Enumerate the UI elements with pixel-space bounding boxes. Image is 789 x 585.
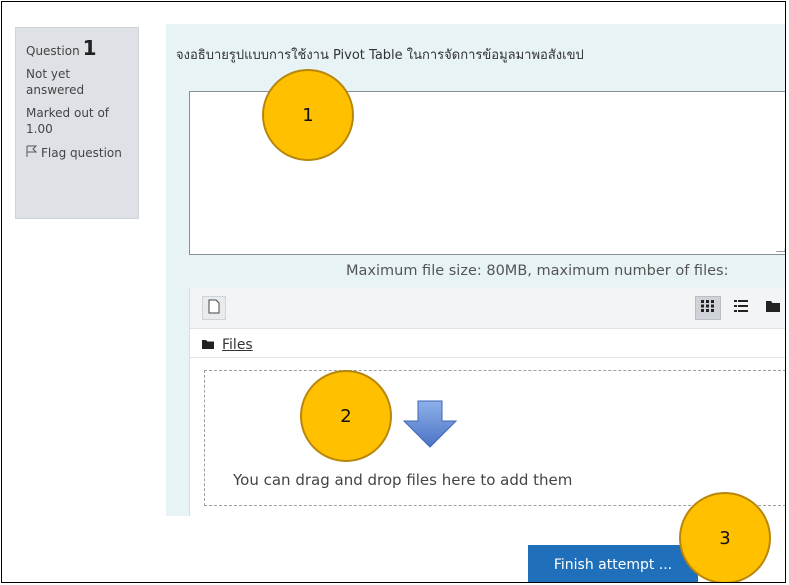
drop-hint: You can drag and drop files here to add …: [233, 471, 573, 489]
grid-icon: [701, 300, 715, 316]
question-number-value: 1: [82, 36, 97, 60]
files-link[interactable]: Files: [222, 337, 253, 353]
folder-icon: [766, 300, 780, 316]
screenshot-frame: Question 1 Not yet answered Marked out o…: [1, 1, 786, 583]
folder-icon: [202, 337, 214, 353]
file-drop-zone[interactable]: You can drag and drop files here to add …: [204, 370, 785, 506]
marked-out-of: Marked out of 1.00: [26, 106, 110, 136]
flag-question-label: Flag question: [41, 146, 122, 160]
answer-status: Not yet answered: [26, 67, 85, 97]
file-icon: [208, 299, 220, 318]
view-tree-button[interactable]: [760, 296, 785, 320]
question-info-panel: Question 1 Not yet answered Marked out o…: [15, 27, 139, 219]
callout-badge: 2: [300, 370, 392, 462]
arrow-down-icon: [402, 399, 458, 453]
callout-badge: 1: [262, 69, 354, 161]
question-label: Question: [26, 44, 80, 58]
question-text: จงอธิบายรูปแบบการใช้งาน Pivot Table ในกา…: [176, 48, 584, 63]
flag-icon: [26, 145, 38, 162]
divider: [190, 357, 785, 358]
file-manager: Files You can drag and drop files here t…: [189, 288, 785, 516]
file-manager-toolbar: [190, 288, 785, 329]
callout-badge: 3: [679, 492, 771, 582]
list-icon: [734, 300, 748, 316]
file-limits-text: Maximum file size: 80MB, maximum number …: [346, 263, 729, 279]
flag-question-link[interactable]: Flag question: [26, 145, 128, 162]
file-path-breadcrumb: Files: [202, 334, 253, 356]
question-content: จงอธิบายรูปแบบการใช้งาน Pivot Table ในกา…: [166, 24, 785, 516]
view-icons-button[interactable]: [695, 296, 721, 320]
question-number: Question 1: [26, 36, 128, 60]
add-file-button[interactable]: [202, 296, 226, 320]
view-list-button[interactable]: [728, 296, 754, 320]
resize-handle[interactable]: [776, 243, 785, 252]
finish-attempt-button[interactable]: Finish attempt ...: [528, 545, 698, 582]
